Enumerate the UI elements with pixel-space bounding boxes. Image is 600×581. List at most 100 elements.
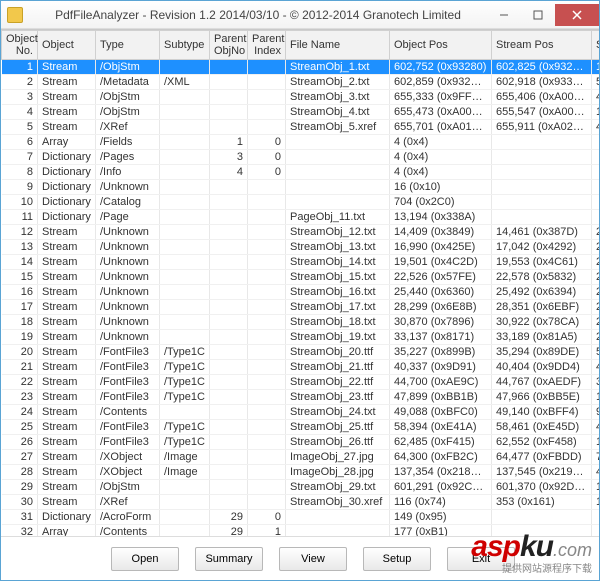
table-row[interactable]: 19Stream/UnknownStreamObj_19.txt33,137 (… bbox=[2, 330, 600, 345]
table-row[interactable]: 13Stream/UnknownStreamObj_13.txt16,990 (… bbox=[2, 240, 600, 255]
exit-button[interactable]: Exit bbox=[447, 547, 515, 571]
view-button[interactable]: View bbox=[279, 547, 347, 571]
open-button[interactable]: Open bbox=[111, 547, 179, 571]
cell-obj: Dictionary bbox=[38, 165, 96, 180]
col-object[interactable]: Object bbox=[38, 31, 96, 60]
table-row[interactable]: 2Stream/Metadata/XMLStreamObj_2.txt602,8… bbox=[2, 75, 600, 90]
table-row[interactable]: 3Stream/ObjStmStreamObj_3.txt655,333 (0x… bbox=[2, 90, 600, 105]
cell-fname: StreamObj_17.txt bbox=[286, 300, 390, 315]
cell-type: /Unknown bbox=[96, 270, 160, 285]
cell-type: /FontFile3 bbox=[96, 435, 160, 450]
cell-opos: 601,291 (0x92CCB) bbox=[390, 480, 492, 495]
cell-opos: 602,859 (0x932EB) bbox=[390, 75, 492, 90]
col-subtype[interactable]: Subtype bbox=[160, 31, 210, 60]
cell-pidx bbox=[248, 450, 286, 465]
cell-opos: 4 (0x4) bbox=[390, 135, 492, 150]
cell-sub bbox=[160, 315, 210, 330]
col-object-no[interactable]: Object No. bbox=[2, 31, 38, 60]
table-row[interactable]: 26Stream/FontFile3/Type1CStreamObj_26.tt… bbox=[2, 435, 600, 450]
cell-spos: 58,461 (0xE45D) bbox=[492, 420, 592, 435]
table-row[interactable]: 7Dictionary/Pages304 (0x4) bbox=[2, 150, 600, 165]
table-row[interactable]: 11Dictionary/PagePageObj_11.txt13,194 (0… bbox=[2, 210, 600, 225]
table-row[interactable]: 8Dictionary/Info404 (0x4) bbox=[2, 165, 600, 180]
cell-type: /Unknown bbox=[96, 315, 160, 330]
cell-spos bbox=[492, 180, 592, 195]
cell-pidx bbox=[248, 210, 286, 225]
table-row[interactable]: 30Stream/XRefStreamObj_30.xref116 (0x74)… bbox=[2, 495, 600, 510]
col-parent-index[interactable]: Parent Index bbox=[248, 31, 286, 60]
cell-opos: 655,473 (0xA0071) bbox=[390, 105, 492, 120]
cell-spos: 655,547 (0xA00BB) bbox=[492, 105, 592, 120]
col-type[interactable]: Type bbox=[96, 31, 160, 60]
table-row[interactable]: 1Stream/ObjStmStreamObj_1.txt602,752 (0x… bbox=[2, 60, 600, 75]
cell-pidx: 0 bbox=[248, 150, 286, 165]
table-row[interactable]: 22Stream/FontFile3/Type1CStreamObj_22.tt… bbox=[2, 375, 600, 390]
col-object-pos[interactable]: Object Pos bbox=[390, 31, 492, 60]
cell-pojn bbox=[210, 450, 248, 465]
cell-spos: 62,552 (0xF458) bbox=[492, 435, 592, 450]
table-row[interactable]: 20Stream/FontFile3/Type1CStreamObj_20.tt… bbox=[2, 345, 600, 360]
table-row[interactable]: 6Array/Fields104 (0x4) bbox=[2, 135, 600, 150]
table-row[interactable]: 15Stream/UnknownStreamObj_15.txt22,526 (… bbox=[2, 270, 600, 285]
table-row[interactable]: 9Dictionary/Unknown16 (0x10) bbox=[2, 180, 600, 195]
cell-opos: 40,337 (0x9D91) bbox=[390, 360, 492, 375]
cell-slen: 136 (0x88) bbox=[592, 105, 600, 120]
data-grid[interactable]: Object No. Object Type Subtype Parent Ob… bbox=[1, 29, 599, 536]
cell-fname: StreamObj_5.xref bbox=[286, 120, 390, 135]
table-row[interactable]: 16Stream/UnknownStreamObj_16.txt25,440 (… bbox=[2, 285, 600, 300]
table-row[interactable]: 4Stream/ObjStmStreamObj_4.txt655,473 (0x… bbox=[2, 105, 600, 120]
table-row[interactable]: 27Stream/XObject/ImageImageObj_27.jpg64,… bbox=[2, 450, 600, 465]
maximize-button[interactable] bbox=[521, 4, 555, 26]
setup-button[interactable]: Setup bbox=[363, 547, 431, 571]
cell-opos: 25,440 (0x6360) bbox=[390, 285, 492, 300]
cell-slen: 2,789 (0xAE5) bbox=[592, 285, 600, 300]
cell-type: /FontFile3 bbox=[96, 345, 160, 360]
table-row[interactable]: 28Stream/XObject/ImageImageObj_28.jpg137… bbox=[2, 465, 600, 480]
cell-sub bbox=[160, 405, 210, 420]
cell-obj: Array bbox=[38, 135, 96, 150]
cell-spos: 28,351 (0x6EBF) bbox=[492, 300, 592, 315]
col-parent-objno[interactable]: Parent ObjNo bbox=[210, 31, 248, 60]
table-row[interactable]: 31Dictionary/AcroForm290149 (0x95) bbox=[2, 510, 600, 525]
cell-pojn bbox=[210, 240, 248, 255]
col-file-name[interactable]: File Name bbox=[286, 31, 390, 60]
cell-type: /Page bbox=[96, 210, 160, 225]
summary-button[interactable]: Summary bbox=[195, 547, 263, 571]
cell-slen: 2,844 (0xB1C) bbox=[592, 270, 600, 285]
cell-spos: 655,406 (0xA002E) bbox=[492, 90, 592, 105]
col-stream-pos[interactable]: Stream Pos bbox=[492, 31, 592, 60]
table-row[interactable]: 10Dictionary/Catalog704 (0x2C0) bbox=[2, 195, 600, 210]
cell-pojn bbox=[210, 480, 248, 495]
table-row[interactable]: 32Array/Contents291177 (0xB1) bbox=[2, 525, 600, 537]
cell-obj: Stream bbox=[38, 435, 96, 450]
table-row[interactable]: 5Stream/XRefStreamObj_5.xref655,701 (0xA… bbox=[2, 120, 600, 135]
cell-type: /ObjStm bbox=[96, 90, 160, 105]
table-row[interactable]: 21Stream/FontFile3/Type1CStreamObj_21.tt… bbox=[2, 360, 600, 375]
cell-fname: StreamObj_2.txt bbox=[286, 75, 390, 90]
cell-no: 6 bbox=[2, 135, 38, 150]
cell-opos: 149 (0x95) bbox=[390, 510, 492, 525]
cell-opos: 704 (0x2C0) bbox=[390, 195, 492, 210]
table-row[interactable]: 18Stream/UnknownStreamObj_18.txt30,870 (… bbox=[2, 315, 600, 330]
titlebar: PdfFileAnalyzer - Revision 1.2 2014/03/1… bbox=[1, 1, 599, 29]
cell-spos: 602,918 (0x93326) bbox=[492, 75, 592, 90]
cell-obj: Stream bbox=[38, 315, 96, 330]
cell-sub bbox=[160, 255, 210, 270]
table-row[interactable]: 29Stream/ObjStmStreamObj_29.txt601,291 (… bbox=[2, 480, 600, 495]
cell-obj: Dictionary bbox=[38, 150, 96, 165]
col-stream-len[interactable]: Stream Len bbox=[592, 31, 600, 60]
table-row[interactable]: 12Stream/UnknownStreamObj_12.txt14,409 (… bbox=[2, 225, 600, 240]
table-row[interactable]: 25Stream/FontFile3/Type1CStreamObj_25.tt… bbox=[2, 420, 600, 435]
cell-sub bbox=[160, 165, 210, 180]
minimize-button[interactable] bbox=[487, 4, 521, 26]
header-row[interactable]: Object No. Object Type Subtype Parent Ob… bbox=[2, 31, 600, 60]
cell-pojn: 4 bbox=[210, 165, 248, 180]
cell-sub bbox=[160, 525, 210, 537]
cell-slen: 463,728 (0x71370) bbox=[592, 465, 600, 480]
table-row[interactable]: 23Stream/FontFile3/Type1CStreamObj_23.tt… bbox=[2, 390, 600, 405]
cell-pojn bbox=[210, 495, 248, 510]
table-row[interactable]: 17Stream/UnknownStreamObj_17.txt28,299 (… bbox=[2, 300, 600, 315]
table-row[interactable]: 24Stream/ContentsStreamObj_24.txt49,088 … bbox=[2, 405, 600, 420]
close-button[interactable] bbox=[555, 4, 599, 26]
table-row[interactable]: 14Stream/UnknownStreamObj_14.txt19,501 (… bbox=[2, 255, 600, 270]
